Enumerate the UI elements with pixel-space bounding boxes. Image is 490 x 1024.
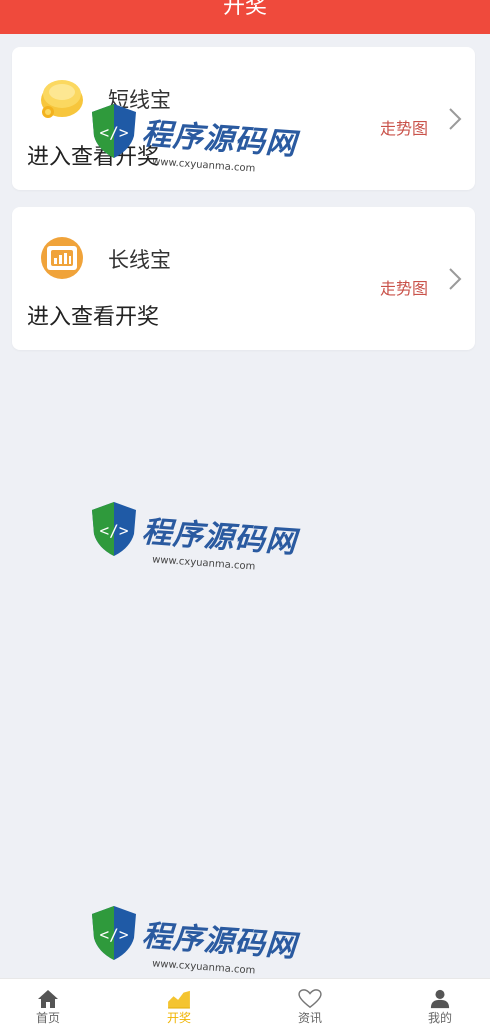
card-name: 长线宝 [108,248,171,272]
tab-label: 我的 [427,1011,452,1024]
tab-news[interactable]: 资讯 [270,979,350,1024]
bottom-tab-bar: 首页 开奖 资讯 我的 [0,978,490,1024]
card-subtitle: 进入查看开奖 [27,145,160,170]
watermark-brand: 程序源码网 [140,918,298,965]
trend-chart-icon [168,990,190,1009]
card-subtitle: 进入查看开奖 [27,305,160,330]
watermark-url: www.cxyuanma.com [151,958,256,977]
home-icon [38,990,58,1008]
page-title: 开奖 [222,0,267,19]
trend-chart-link[interactable]: 走势图 [380,115,428,139]
tab-home[interactable]: 首页 [8,979,88,1024]
watermark: </> 程序源码网 www.cxyuanma.com [86,494,306,589]
chevron-right-icon [449,108,462,130]
shield-logo-icon: </> [92,906,136,960]
heart-icon [298,989,322,1009]
trend-chart-link[interactable]: 走势图 [380,275,428,299]
chevron-right-icon [449,268,462,290]
shield-logo-icon: </> [92,502,136,556]
user-icon [430,989,450,1009]
svg-text:</>: </> [100,925,129,944]
gold-coin-icon [41,80,83,118]
bar-chart-box-icon [41,237,83,279]
top-header: 开奖 [0,0,490,34]
tab-label: 首页 [35,1011,60,1024]
tab-me[interactable]: 我的 [400,979,480,1024]
watermark-brand: 程序源码网 [140,514,298,561]
card-name: 短线宝 [108,88,171,112]
watermark-url: www.cxyuanma.com [151,554,256,573]
svg-text:</>: </> [100,521,129,540]
tab-lottery[interactable]: 开奖 [139,979,219,1024]
tab-label: 开奖 [166,1011,191,1024]
lottery-card-short[interactable]: 短线宝 进入查看开奖 走势图 [12,47,475,190]
tab-label: 资讯 [297,1011,322,1024]
lottery-card-long[interactable]: 长线宝 进入查看开奖 走势图 [12,207,475,350]
